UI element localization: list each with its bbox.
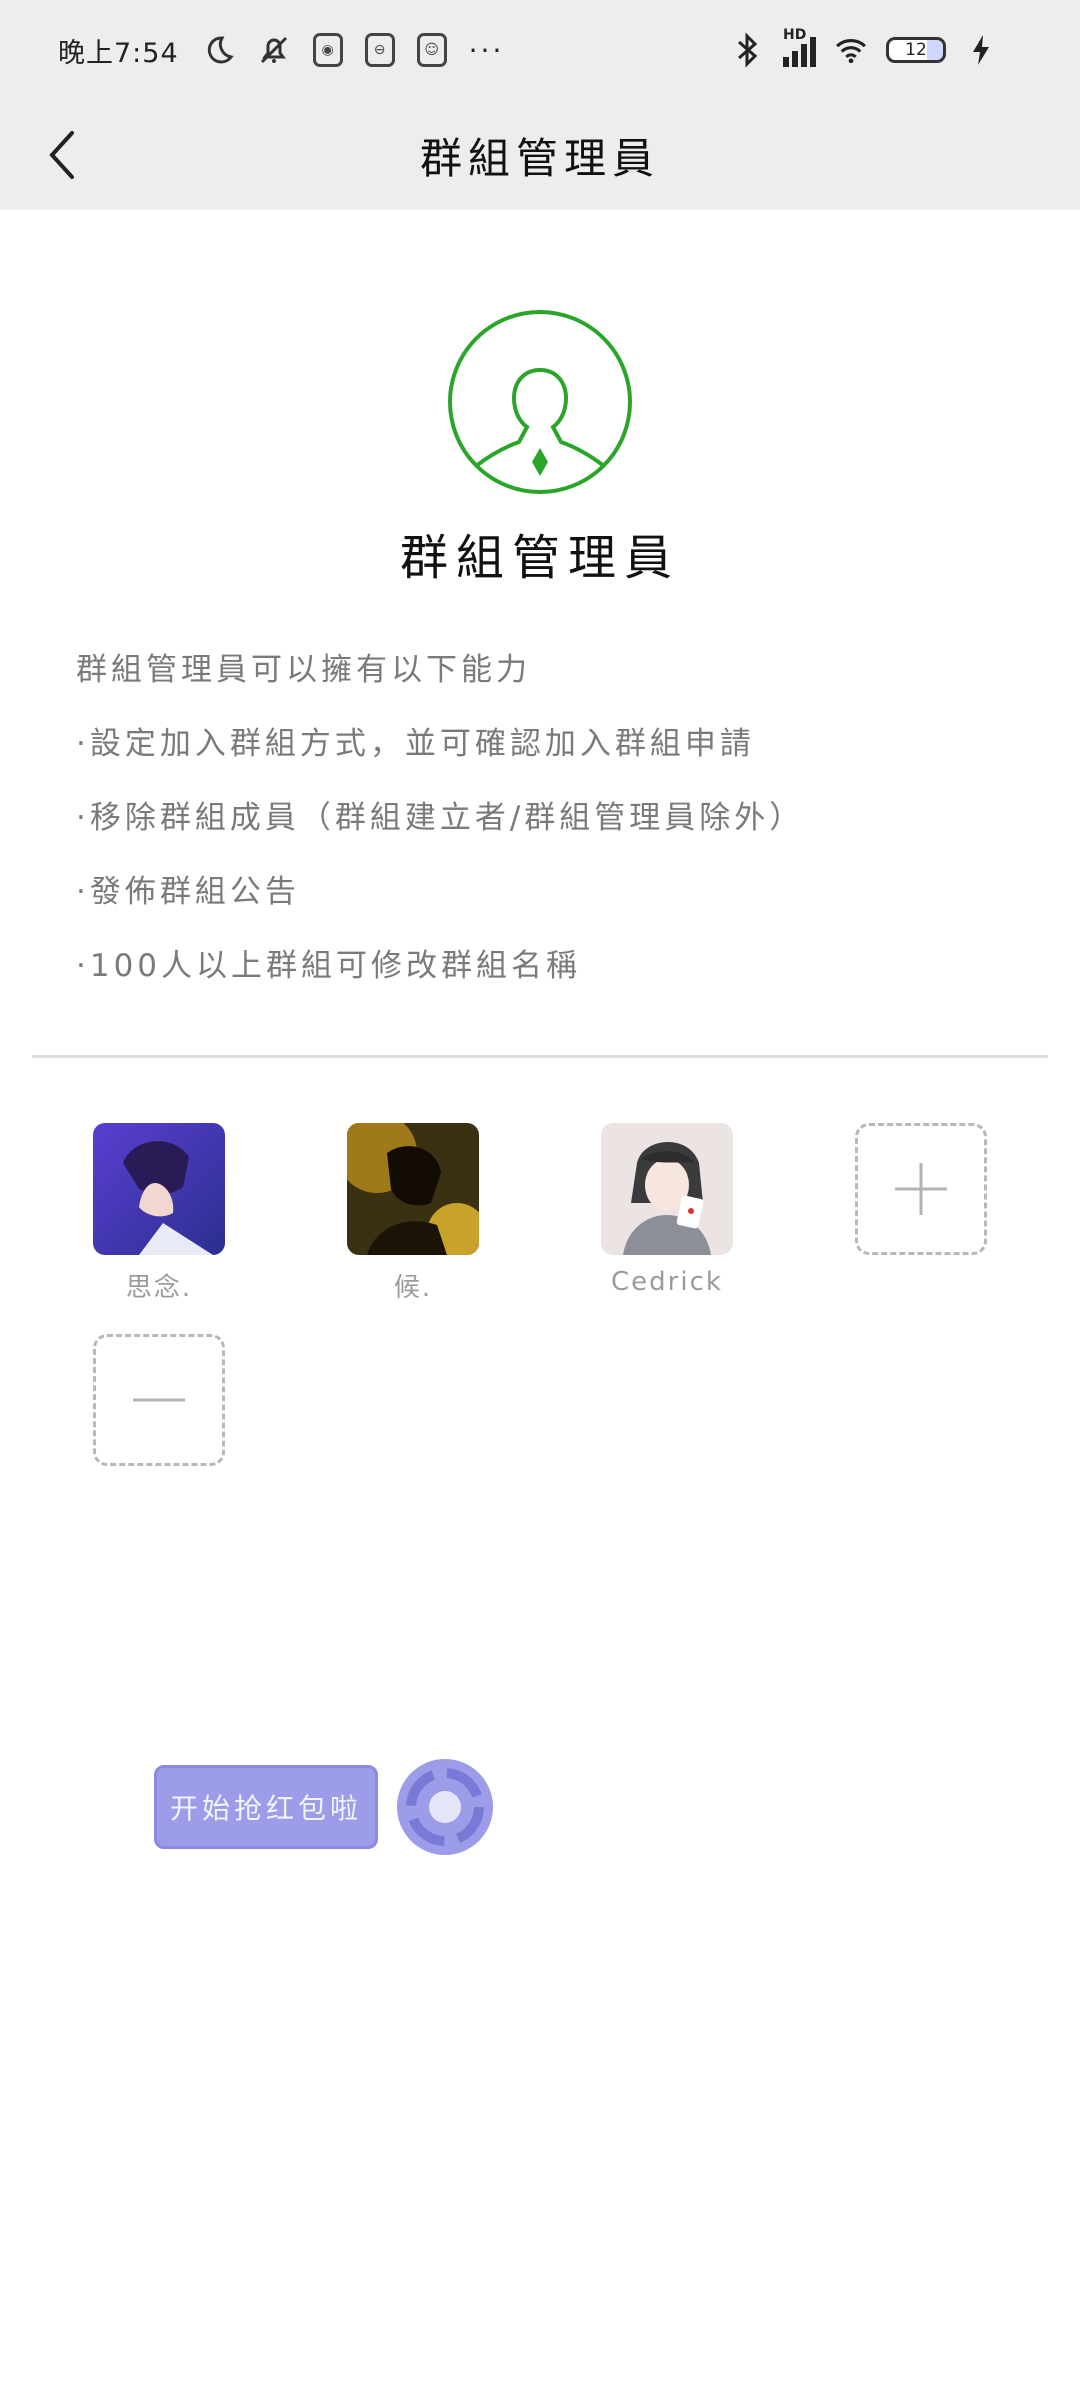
capability-item: ·移除群組成員（群組建立者/群組管理員除外） [76, 800, 805, 836]
avatar [601, 1123, 733, 1255]
capability-item: ·發佈群組公告 [76, 874, 300, 910]
more-icon: ··· [468, 33, 505, 67]
page-title: 群組管理員 [419, 133, 660, 183]
capabilities-description: 群組管理員可以擁有以下能力 ·設定加入群組方式，並可確認加入群組申請 ·移除群組… [76, 645, 1036, 1015]
status-time: 晚上7:54 [58, 37, 179, 69]
plus-icon [895, 1163, 947, 1215]
section-title: 群組管理員 [399, 530, 680, 586]
member-item[interactable]: 思念. [93, 1123, 225, 1304]
minus-icon [133, 1398, 185, 1402]
bluetooth-icon [731, 32, 765, 68]
dial-icon[interactable] [395, 1757, 495, 1857]
member-name: Cedrick [611, 1267, 723, 1297]
signal-icon: HD [783, 27, 816, 67]
add-admin-button[interactable] [855, 1123, 987, 1255]
capabilities-intro: 群組管理員可以擁有以下能力 [76, 652, 531, 688]
admin-person-icon [448, 310, 632, 494]
status-bar: 晚上7:54 ◉ ⊖ ☺ ··· HD 12 [0, 0, 1080, 100]
red-packet-helper-label[interactable]: 开始抢红包啦 [154, 1765, 378, 1849]
capability-item: ·100人以上群組可修改群組名稱 [76, 948, 582, 984]
app-icon-2: ⊖ [364, 33, 395, 67]
avatar [347, 1123, 479, 1255]
chevron-left-icon [49, 131, 74, 179]
network-type: HD [783, 27, 807, 43]
status-right: HD 12 [731, 27, 1022, 68]
app-icon-3: ☺ [416, 33, 447, 67]
back-button[interactable] [30, 123, 94, 187]
battery-indicator: 12 [886, 37, 946, 63]
charging-icon [964, 33, 998, 67]
member-item[interactable]: Cedrick [601, 1123, 733, 1297]
avatar [93, 1123, 225, 1255]
member-name: 思念. [125, 1273, 193, 1303]
moon-icon [201, 33, 235, 67]
wifi-icon [834, 33, 868, 67]
header-bar: 群組管理員 [0, 100, 1080, 210]
remove-admin-button[interactable] [93, 1334, 225, 1466]
bell-off-icon [257, 33, 291, 67]
status-left: 晚上7:54 ◉ ⊖ ☺ ··· [58, 31, 504, 70]
member-name: 候. [393, 1273, 433, 1303]
capability-item: ·設定加入群組方式，並可確認加入群組申請 [76, 726, 755, 762]
member-item[interactable]: 候. [347, 1123, 479, 1304]
divider [32, 1055, 1048, 1058]
app-icon-1: ◉ [312, 33, 343, 67]
